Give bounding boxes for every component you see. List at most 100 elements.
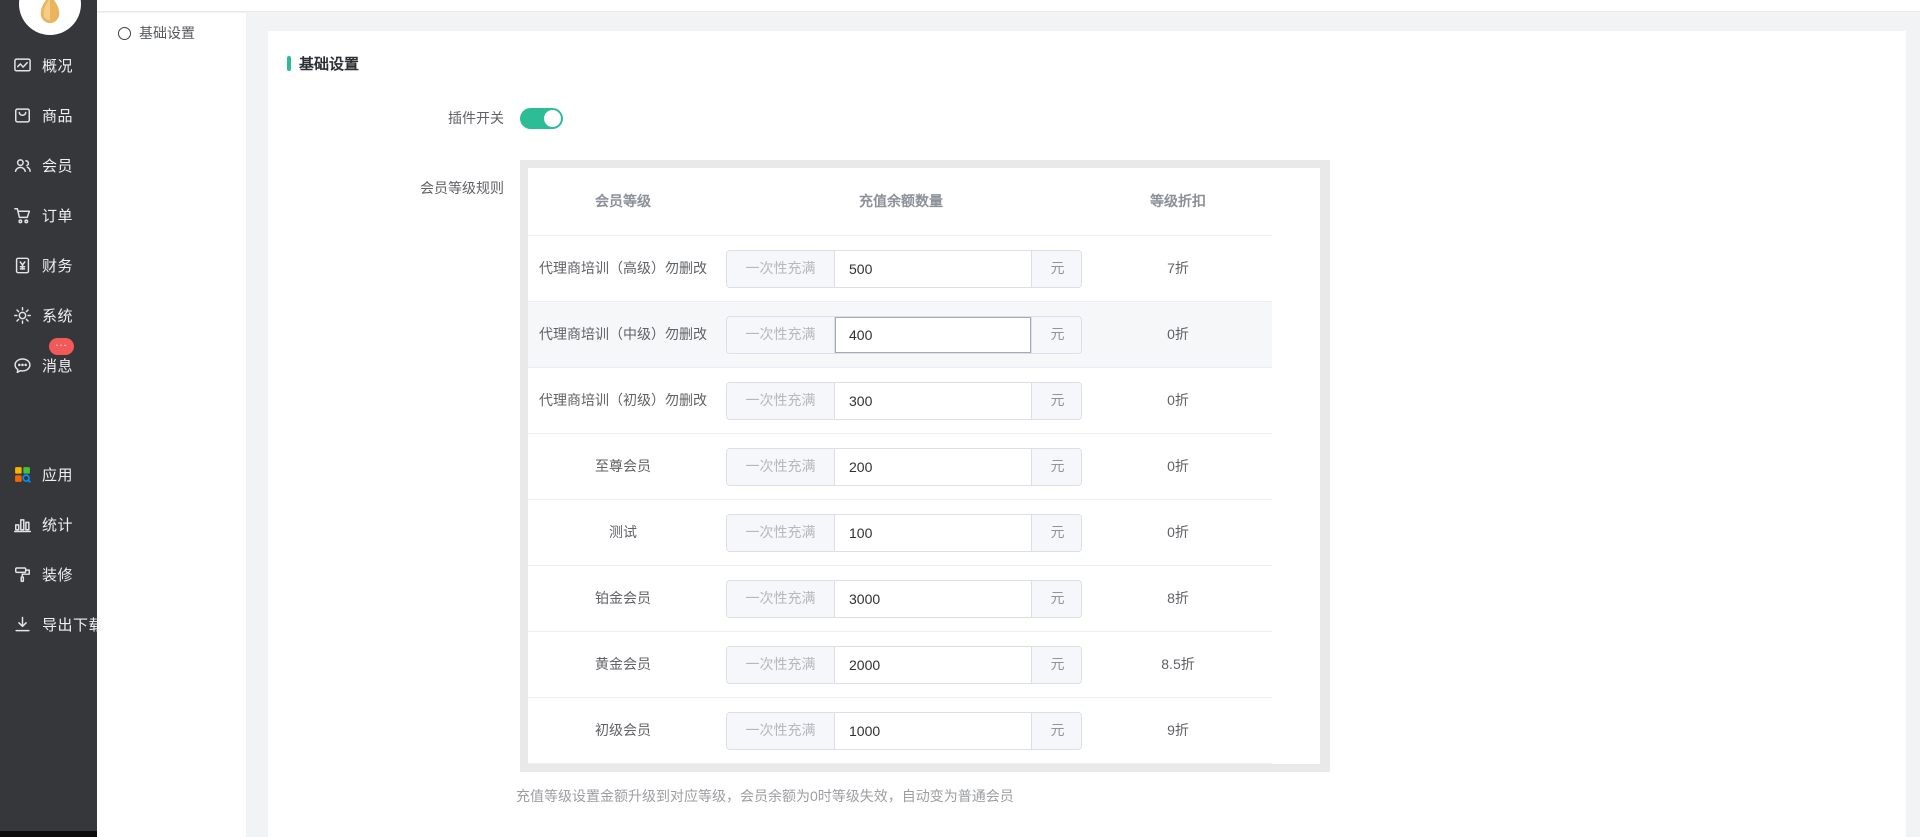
sidebar-item-label: 消息 (42, 355, 73, 376)
amount-input-group: 一次性充满 元 (726, 514, 1082, 552)
sidebar-item-label: 财务 (42, 255, 73, 276)
perfume-bottle-image (33, 0, 67, 33)
column-header: 等级折扣 (1084, 180, 1272, 222)
amount-input-group: 一次性充满元 (726, 580, 1082, 618)
download-icon (13, 614, 33, 634)
column-header: 充值余额数量 (718, 180, 1084, 222)
member-level-table-wrapper: 会员等级充值余额数量等级折扣 代理商培训（高级）勿删改一次性充满元7折代理商培训… (520, 160, 1330, 772)
amount-input[interactable] (835, 449, 1031, 485)
table-row: 铂金会员一次性充满元8折 (528, 566, 1272, 632)
member-level-cell: 黄金会员 (528, 643, 718, 685)
member-level-cell: 代理商培训（初级）勿删改 (528, 379, 718, 421)
discount-cell: 0折 (1084, 445, 1272, 487)
table-row: 初级会员一次性充满 元9折 (528, 698, 1272, 764)
sidebar-item-label: 订单 (42, 205, 73, 226)
sidebar-item-orders[interactable]: 订单 (0, 190, 97, 240)
discount-cell: 0折 (1084, 313, 1272, 355)
amount-input[interactable] (835, 713, 1031, 749)
sidebar-item-finance[interactable]: 财务 (0, 240, 97, 290)
secondary-sidebar: 基础设置 (97, 13, 247, 837)
recharge-amount-cell: 一次性充满 元 (718, 438, 1084, 496)
sidebar-menu-bottom: 应用统计装修导出下载 (0, 449, 97, 649)
message-badge: ... (49, 338, 74, 355)
amount-input[interactable] (835, 317, 1031, 353)
member-level-table: 会员等级充值余额数量等级折扣 代理商培训（高级）勿删改一次性充满元7折代理商培训… (528, 168, 1320, 764)
finance-icon (13, 255, 33, 275)
topbar (97, 0, 1920, 12)
discount-cell: 0折 (1084, 379, 1272, 421)
settings-card: 基础设置 插件开关 会员等级规则 会员等级充值余额数量等级折扣 代理商培训（高级… (268, 31, 1906, 837)
sidebar-item-label: 商品 (42, 105, 73, 126)
member-level-cell: 铂金会员 (528, 577, 718, 619)
recharge-amount-cell: 一次性充满 元 (718, 306, 1084, 364)
amount-input[interactable] (835, 251, 1031, 287)
input-prefix-label: 一次性充满 (727, 713, 835, 749)
amount-input[interactable] (835, 383, 1031, 419)
plugin-switch-toggle[interactable] (520, 108, 563, 129)
member-level-rules-label: 会员等级规则 (268, 160, 504, 199)
input-unit-label: 元 (1031, 515, 1082, 551)
input-prefix-label: 一次性充满 (727, 449, 835, 485)
overview-icon (13, 55, 33, 75)
section-header: 基础设置 (268, 31, 1906, 74)
subnav-item-label: 基础设置 (139, 23, 195, 43)
member-level-cell: 代理商培训（中级）勿删改 (528, 313, 718, 355)
sidebar-item-message[interactable]: 消息... (0, 340, 97, 390)
input-unit-label: 元 (1031, 317, 1082, 353)
subnav-item-basic-settings[interactable]: 基础设置 (97, 13, 246, 43)
recharge-amount-cell: 一次性充满元 (718, 372, 1084, 430)
amount-input-group: 一次性充满 元 (726, 448, 1082, 486)
radio-circle-icon (118, 27, 131, 40)
input-unit-label: 元 (1031, 713, 1082, 749)
recharge-amount-cell: 一次性充满 元 (718, 504, 1084, 562)
input-prefix-label: 一次性充满 (727, 647, 835, 683)
sidebar-item-label: 会员 (42, 155, 73, 176)
discount-cell: 8.5折 (1084, 643, 1272, 685)
input-prefix-label: 一次性充满 (727, 317, 835, 353)
amount-input-group: 一次性充满元 (726, 382, 1082, 420)
input-unit-label: 元 (1031, 647, 1082, 683)
table-row: 代理商培训（初级）勿删改一次性充满元0折 (528, 368, 1272, 434)
table-row: 测试一次性充满元0折 (528, 500, 1272, 566)
sidebar-item-label: 概况 (42, 55, 73, 76)
table-footnote: 充值等级设置金额升级到对应等级，会员余额为0时等级失效，自动变为普通会员 (516, 786, 1906, 806)
member-level-cell: 初级会员 (528, 709, 718, 751)
sidebar-item-members[interactable]: 会员 (0, 140, 97, 190)
sidebar-item-label: 统计 (42, 514, 73, 535)
recharge-amount-cell: 一次性充满 元 (718, 240, 1084, 298)
member-level-cell: 代理商培训（高级）勿删改 (528, 247, 718, 289)
sidebar-item-stats[interactable]: 统计 (0, 499, 97, 549)
sidebar-item-goods[interactable]: 商品 (0, 90, 97, 140)
toggle-knob (544, 110, 561, 127)
recharge-amount-cell: 一次性充满 元 (718, 636, 1084, 694)
amount-input-group: 一次性充满 元 (726, 646, 1082, 684)
amount-input[interactable] (835, 581, 1031, 617)
sidebar-item-system[interactable]: 系统 (0, 290, 97, 340)
sidebar-item-overview[interactable]: 概况 (0, 40, 97, 90)
amount-input[interactable] (835, 647, 1031, 683)
discount-cell: 8折 (1084, 577, 1272, 619)
decorate-icon (13, 564, 33, 584)
sidebar-item-label: 导出下载 (42, 614, 104, 635)
avatar[interactable] (19, 0, 81, 35)
input-prefix-label: 一次性充满 (727, 515, 835, 551)
sidebar-item-label: 装修 (42, 564, 73, 585)
input-unit-label: 元 (1031, 251, 1082, 287)
discount-cell: 9折 (1084, 709, 1272, 751)
input-unit-label: 元 (1031, 581, 1082, 617)
table-row: 代理商培训（高级）勿删改一次性充满 元7折 (528, 236, 1272, 302)
main-area: 基础设置 插件开关 会员等级规则 会员等级充值余额数量等级折扣 代理商培训（高级… (247, 13, 1920, 837)
input-prefix-label: 一次性充满 (727, 251, 835, 287)
amount-input[interactable] (835, 515, 1031, 551)
recharge-amount-cell: 一次性充满元 (718, 570, 1084, 628)
apps-icon (13, 464, 33, 484)
sidebar-item-download[interactable]: 导出下载 (0, 599, 97, 649)
sidebar-item-apps[interactable]: 应用 (0, 449, 97, 499)
message-icon (13, 355, 33, 375)
discount-cell: 7折 (1084, 247, 1272, 289)
sidebar-menu-top: 概况商品会员订单财务系统消息... (0, 40, 97, 390)
input-unit-label: 元 (1031, 449, 1082, 485)
orders-icon (13, 205, 33, 225)
amount-input-group: 一次性充满 元 (726, 316, 1082, 354)
sidebar-item-decorate[interactable]: 装修 (0, 549, 97, 599)
